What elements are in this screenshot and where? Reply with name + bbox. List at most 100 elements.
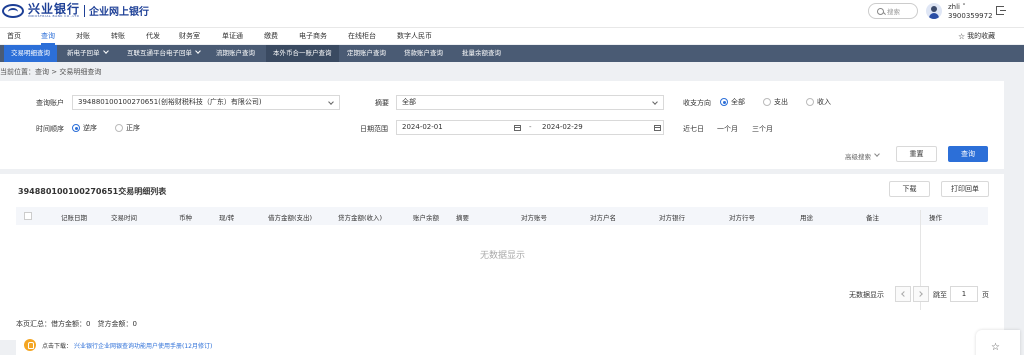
chevron-down-icon [652, 99, 658, 105]
nav-item-ecny[interactable]: 数字人民币 [397, 31, 432, 41]
page-summary: 本页汇总：借方金额：0 贷方金额：0 [16, 320, 137, 328]
reset-button[interactable]: 重置 [896, 146, 937, 162]
nav-item-finance[interactable]: 财务室 [179, 31, 200, 41]
select-all-checkbox[interactable] [24, 212, 32, 220]
col-currency[interactable]: 币种 [179, 212, 192, 222]
chevron-down-icon [874, 151, 880, 157]
nav-item-ecommerce[interactable]: 电子商务 [299, 31, 327, 41]
date-separator: - [529, 123, 532, 131]
col-summary[interactable]: 摘要 [456, 212, 469, 222]
tab-loan-account[interactable]: 贷款账户查询 [397, 45, 450, 62]
chevron-left-icon [901, 291, 907, 297]
summary-select[interactable]: 全部 [396, 95, 664, 110]
star-icon: ☆ [991, 342, 1000, 353]
favorites-link[interactable]: ☆ 我的收藏 [958, 31, 995, 41]
chevron-down-icon [102, 48, 109, 54]
next-page-button[interactable] [913, 286, 929, 302]
tab-batch-balance[interactable]: 批量余额查询 [455, 45, 508, 62]
date-start[interactable]: 2024-02-01 [402, 123, 443, 131]
main-nav: 首页 查询 对账 转账 代发 财务室 单证通 缴费 电子商务 在线柜台 数字人民… [0, 27, 1024, 45]
notice-prefix: 点击下载： [42, 342, 73, 350]
nav-item-reconciliation[interactable]: 对账 [76, 31, 90, 41]
quick-range-3months[interactable]: 三个月 [752, 124, 773, 134]
query-button[interactable]: 查询 [948, 146, 988, 162]
download-button[interactable]: 下载 [889, 181, 930, 197]
calendar-icon [654, 125, 661, 131]
tab-flow-account[interactable]: 流期账户查询 [209, 45, 262, 62]
list-title: 394880100100270651交易明细列表 [18, 187, 167, 196]
date-range-picker[interactable]: 2024-02-01 - 2024-02-29 [396, 120, 664, 135]
table-header: 记账日期 交易时间 币种 现/转 借方金额(支出) 贷方金额(收入) 账户余额 … [16, 207, 988, 225]
col-post-date[interactable]: 记账日期 [61, 212, 87, 222]
transaction-list-panel: 394880100100270651交易明细列表 下载 打印回单 记账日期 交易… [0, 174, 1004, 340]
direction-out-radio[interactable]: 支出 [763, 97, 788, 107]
col-credit[interactable]: 贷方金额(收入) [338, 212, 382, 222]
breadcrumb: 当前位置：查询 > 交易明细查询 [0, 68, 102, 76]
col-action[interactable]: 操作 [929, 212, 942, 222]
nav-item-documents[interactable]: 单证通 [222, 31, 243, 41]
direction-all-radio[interactable]: 全部 [720, 97, 745, 107]
tab-multi-currency-account[interactable]: 本外币合一账户查询 [266, 45, 339, 62]
date-range-label: 日期范围 [360, 125, 388, 133]
account-select[interactable]: 394880100100270651(创裕财税科技（广东）有限公司) [72, 95, 340, 110]
order-label: 时间顺序 [36, 125, 64, 133]
tab-transaction-detail[interactable]: 交易明细查询 [4, 45, 57, 62]
tab-e-receipt[interactable]: 新电子回单 [60, 45, 115, 62]
search-icon [877, 7, 884, 15]
direction-in-radio[interactable]: 收入 [806, 97, 831, 107]
col-counter-bank-code[interactable]: 对方行号 [729, 212, 755, 222]
chevron-down-icon [195, 48, 201, 54]
col-counter-account[interactable]: 对方账号 [521, 212, 547, 222]
col-counter-name[interactable]: 对方户名 [590, 212, 616, 222]
tab-interconnect-receipt[interactable]: 互联互通平台电子回单 [120, 45, 207, 62]
tab-fixed-account[interactable]: 定期账户查询 [340, 45, 393, 62]
print-receipt-button[interactable]: 打印回单 [941, 181, 989, 197]
nav-item-query[interactable]: 查询 [41, 31, 55, 45]
portal-name: 企业网上银行 [89, 7, 150, 18]
col-debit[interactable]: 借方金额(支出) [268, 212, 312, 222]
floating-favorite[interactable]: ☆ [976, 330, 1020, 355]
empty-state: 无数据显示 [480, 251, 526, 261]
lightbulb-icon [24, 339, 36, 351]
user-name[interactable]: zhli ˅ [948, 3, 966, 11]
col-counter-bank[interactable]: 对方银行 [659, 212, 685, 222]
col-trans-time[interactable]: 交易时间 [111, 212, 137, 222]
col-remark[interactable]: 备注 [866, 212, 879, 222]
chevron-down-icon [328, 99, 334, 105]
search-placeholder: 搜索 [887, 8, 900, 16]
jump-label: 跳至 [933, 291, 947, 299]
bank-logo[interactable]: 兴业银行 INDUSTRIAL BANK CO.,LTD 企业网上银行 [2, 3, 149, 18]
user-phone: 3900359972 [948, 12, 993, 20]
col-purpose[interactable]: 用途 [800, 212, 813, 222]
page-jump-input[interactable]: 1 [950, 286, 978, 302]
order-asc-radio[interactable]: 正序 [115, 123, 140, 133]
date-end[interactable]: 2024-02-29 [542, 123, 583, 131]
bank-name-en: INDUSTRIAL BANK CO.,LTD [28, 14, 80, 18]
sub-nav: 交易明细查询 新电子回单 互联互通平台电子回单 流期账户查询 本外币合一账户查询… [0, 45, 1024, 62]
query-form: 查询账户 394880100100270651(创裕财税科技（广东）有限公司) … [0, 81, 1004, 169]
search-input[interactable]: 搜索 [868, 3, 918, 19]
quick-range-1month[interactable]: 一个月 [717, 124, 738, 134]
avatar[interactable] [926, 3, 942, 19]
account-label: 查询账户 [36, 99, 64, 107]
col-cash-transfer[interactable]: 现/转 [219, 212, 234, 222]
calendar-icon [514, 125, 521, 131]
bank-logo-icon [2, 3, 24, 18]
nav-item-payment[interactable]: 缴费 [264, 31, 278, 41]
order-desc-radio[interactable]: 逆序 [72, 123, 97, 133]
summary-label: 摘要 [375, 99, 389, 107]
manual-download-link[interactable]: 兴业银行企业网银查询功能用户使用手册(12月修订) [74, 341, 212, 350]
nav-item-counter[interactable]: 在线柜台 [348, 31, 376, 41]
chevron-right-icon [917, 291, 923, 297]
logout-icon[interactable] [996, 6, 1006, 15]
nav-item-home[interactable]: 首页 [7, 31, 21, 41]
col-balance[interactable]: 账户余额 [413, 212, 439, 222]
pager-status: 无数据显示 [849, 291, 884, 299]
nav-item-payroll[interactable]: 代发 [146, 31, 160, 41]
prev-page-button[interactable] [895, 286, 911, 302]
direction-label: 收支方向 [683, 99, 711, 107]
nav-item-transfer[interactable]: 转账 [111, 31, 125, 41]
advanced-search-toggle[interactable]: 高级搜索 [845, 151, 880, 161]
star-icon: ☆ [958, 31, 966, 41]
quick-range-7days[interactable]: 近七日 [683, 124, 704, 134]
